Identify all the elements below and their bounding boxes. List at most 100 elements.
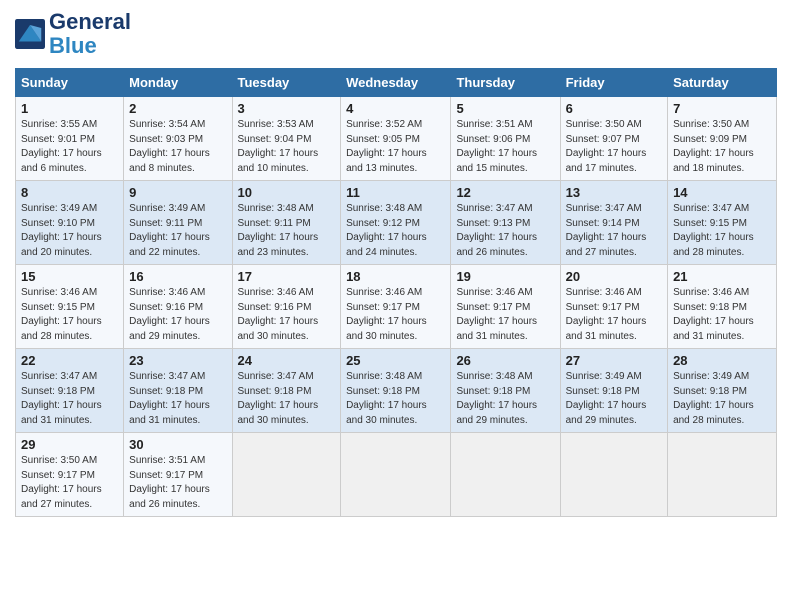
day-info: Sunrise: 3:47 AM Sunset: 9:14 PM Dayligh… xyxy=(566,202,662,260)
day-info: Sunrise: 3:51 AM Sunset: 9:06 PM Dayligh… xyxy=(456,118,554,176)
calendar-cell: 16 Sunrise: 3:46 AM Sunset: 9:16 PM Dayl… xyxy=(124,265,232,349)
header-sunday: Sunday xyxy=(16,69,124,97)
day-number: 4 xyxy=(346,101,445,116)
day-number: 10 xyxy=(238,185,336,200)
day-number: 6 xyxy=(566,101,662,116)
day-info: Sunrise: 3:48 AM Sunset: 9:11 PM Dayligh… xyxy=(238,202,336,260)
calendar-cell: 4 Sunrise: 3:52 AM Sunset: 9:05 PM Dayli… xyxy=(341,97,451,181)
calendar-cell xyxy=(341,433,451,517)
day-info: Sunrise: 3:46 AM Sunset: 9:18 PM Dayligh… xyxy=(673,286,771,344)
day-info: Sunrise: 3:49 AM Sunset: 9:18 PM Dayligh… xyxy=(673,370,771,428)
calendar-header-row: SundayMondayTuesdayWednesdayThursdayFrid… xyxy=(16,69,777,97)
day-number: 14 xyxy=(673,185,771,200)
day-number: 16 xyxy=(129,269,226,284)
day-number: 26 xyxy=(456,353,554,368)
calendar-cell: 18 Sunrise: 3:46 AM Sunset: 9:17 PM Dayl… xyxy=(341,265,451,349)
day-info: Sunrise: 3:55 AM Sunset: 9:01 PM Dayligh… xyxy=(21,118,118,176)
day-info: Sunrise: 3:49 AM Sunset: 9:11 PM Dayligh… xyxy=(129,202,226,260)
day-info: Sunrise: 3:50 AM Sunset: 9:07 PM Dayligh… xyxy=(566,118,662,176)
calendar-week-5: 29 Sunrise: 3:50 AM Sunset: 9:17 PM Dayl… xyxy=(16,433,777,517)
day-info: Sunrise: 3:54 AM Sunset: 9:03 PM Dayligh… xyxy=(129,118,226,176)
day-info: Sunrise: 3:46 AM Sunset: 9:16 PM Dayligh… xyxy=(129,286,226,344)
calendar-cell: 19 Sunrise: 3:46 AM Sunset: 9:17 PM Dayl… xyxy=(451,265,560,349)
header-friday: Friday xyxy=(560,69,667,97)
calendar-cell: 26 Sunrise: 3:48 AM Sunset: 9:18 PM Dayl… xyxy=(451,349,560,433)
day-info: Sunrise: 3:46 AM Sunset: 9:15 PM Dayligh… xyxy=(21,286,118,344)
calendar-cell: 2 Sunrise: 3:54 AM Sunset: 9:03 PM Dayli… xyxy=(124,97,232,181)
day-info: Sunrise: 3:48 AM Sunset: 9:12 PM Dayligh… xyxy=(346,202,445,260)
calendar-cell: 10 Sunrise: 3:48 AM Sunset: 9:11 PM Dayl… xyxy=(232,181,341,265)
day-number: 30 xyxy=(129,437,226,452)
logo: General Blue xyxy=(15,10,131,58)
day-number: 21 xyxy=(673,269,771,284)
day-number: 13 xyxy=(566,185,662,200)
calendar-cell: 9 Sunrise: 3:49 AM Sunset: 9:11 PM Dayli… xyxy=(124,181,232,265)
day-number: 22 xyxy=(21,353,118,368)
day-info: Sunrise: 3:46 AM Sunset: 9:16 PM Dayligh… xyxy=(238,286,336,344)
day-info: Sunrise: 3:49 AM Sunset: 9:18 PM Dayligh… xyxy=(566,370,662,428)
calendar-cell xyxy=(232,433,341,517)
calendar-cell: 8 Sunrise: 3:49 AM Sunset: 9:10 PM Dayli… xyxy=(16,181,124,265)
day-info: Sunrise: 3:50 AM Sunset: 9:17 PM Dayligh… xyxy=(21,454,118,512)
day-number: 2 xyxy=(129,101,226,116)
day-number: 1 xyxy=(21,101,118,116)
logo-icon xyxy=(15,19,45,49)
day-info: Sunrise: 3:52 AM Sunset: 9:05 PM Dayligh… xyxy=(346,118,445,176)
calendar-cell: 6 Sunrise: 3:50 AM Sunset: 9:07 PM Dayli… xyxy=(560,97,667,181)
calendar-cell: 30 Sunrise: 3:51 AM Sunset: 9:17 PM Dayl… xyxy=(124,433,232,517)
day-number: 17 xyxy=(238,269,336,284)
day-info: Sunrise: 3:49 AM Sunset: 9:10 PM Dayligh… xyxy=(21,202,118,260)
day-number: 9 xyxy=(129,185,226,200)
day-number: 8 xyxy=(21,185,118,200)
day-number: 27 xyxy=(566,353,662,368)
calendar-cell: 11 Sunrise: 3:48 AM Sunset: 9:12 PM Dayl… xyxy=(341,181,451,265)
day-info: Sunrise: 3:46 AM Sunset: 9:17 PM Dayligh… xyxy=(346,286,445,344)
day-info: Sunrise: 3:47 AM Sunset: 9:13 PM Dayligh… xyxy=(456,202,554,260)
day-info: Sunrise: 3:51 AM Sunset: 9:17 PM Dayligh… xyxy=(129,454,226,512)
calendar-cell: 27 Sunrise: 3:49 AM Sunset: 9:18 PM Dayl… xyxy=(560,349,667,433)
calendar-cell: 1 Sunrise: 3:55 AM Sunset: 9:01 PM Dayli… xyxy=(16,97,124,181)
calendar-cell: 25 Sunrise: 3:48 AM Sunset: 9:18 PM Dayl… xyxy=(341,349,451,433)
calendar-cell: 12 Sunrise: 3:47 AM Sunset: 9:13 PM Dayl… xyxy=(451,181,560,265)
day-number: 5 xyxy=(456,101,554,116)
day-info: Sunrise: 3:47 AM Sunset: 9:18 PM Dayligh… xyxy=(129,370,226,428)
calendar-cell: 15 Sunrise: 3:46 AM Sunset: 9:15 PM Dayl… xyxy=(16,265,124,349)
day-info: Sunrise: 3:47 AM Sunset: 9:18 PM Dayligh… xyxy=(238,370,336,428)
calendar-cell: 14 Sunrise: 3:47 AM Sunset: 9:15 PM Dayl… xyxy=(668,181,777,265)
calendar-cell: 28 Sunrise: 3:49 AM Sunset: 9:18 PM Dayl… xyxy=(668,349,777,433)
calendar-cell: 22 Sunrise: 3:47 AM Sunset: 9:18 PM Dayl… xyxy=(16,349,124,433)
logo-text-general: General xyxy=(49,10,131,34)
day-info: Sunrise: 3:48 AM Sunset: 9:18 PM Dayligh… xyxy=(346,370,445,428)
day-number: 29 xyxy=(21,437,118,452)
header-monday: Monday xyxy=(124,69,232,97)
day-number: 24 xyxy=(238,353,336,368)
day-number: 20 xyxy=(566,269,662,284)
calendar-week-3: 15 Sunrise: 3:46 AM Sunset: 9:15 PM Dayl… xyxy=(16,265,777,349)
calendar-cell: 17 Sunrise: 3:46 AM Sunset: 9:16 PM Dayl… xyxy=(232,265,341,349)
day-number: 18 xyxy=(346,269,445,284)
day-number: 11 xyxy=(346,185,445,200)
page-header: General Blue xyxy=(15,10,777,58)
calendar-cell xyxy=(451,433,560,517)
day-number: 19 xyxy=(456,269,554,284)
day-number: 15 xyxy=(21,269,118,284)
day-number: 28 xyxy=(673,353,771,368)
calendar-cell xyxy=(560,433,667,517)
header-thursday: Thursday xyxy=(451,69,560,97)
day-number: 12 xyxy=(456,185,554,200)
day-info: Sunrise: 3:50 AM Sunset: 9:09 PM Dayligh… xyxy=(673,118,771,176)
day-info: Sunrise: 3:46 AM Sunset: 9:17 PM Dayligh… xyxy=(456,286,554,344)
calendar-cell: 24 Sunrise: 3:47 AM Sunset: 9:18 PM Dayl… xyxy=(232,349,341,433)
calendar-week-1: 1 Sunrise: 3:55 AM Sunset: 9:01 PM Dayli… xyxy=(16,97,777,181)
calendar-cell: 29 Sunrise: 3:50 AM Sunset: 9:17 PM Dayl… xyxy=(16,433,124,517)
calendar-cell: 23 Sunrise: 3:47 AM Sunset: 9:18 PM Dayl… xyxy=(124,349,232,433)
calendar-cell: 21 Sunrise: 3:46 AM Sunset: 9:18 PM Dayl… xyxy=(668,265,777,349)
calendar-cell xyxy=(668,433,777,517)
day-number: 3 xyxy=(238,101,336,116)
day-info: Sunrise: 3:47 AM Sunset: 9:15 PM Dayligh… xyxy=(673,202,771,260)
calendar-cell: 5 Sunrise: 3:51 AM Sunset: 9:06 PM Dayli… xyxy=(451,97,560,181)
header-tuesday: Tuesday xyxy=(232,69,341,97)
day-info: Sunrise: 3:48 AM Sunset: 9:18 PM Dayligh… xyxy=(456,370,554,428)
day-info: Sunrise: 3:46 AM Sunset: 9:17 PM Dayligh… xyxy=(566,286,662,344)
day-info: Sunrise: 3:47 AM Sunset: 9:18 PM Dayligh… xyxy=(21,370,118,428)
